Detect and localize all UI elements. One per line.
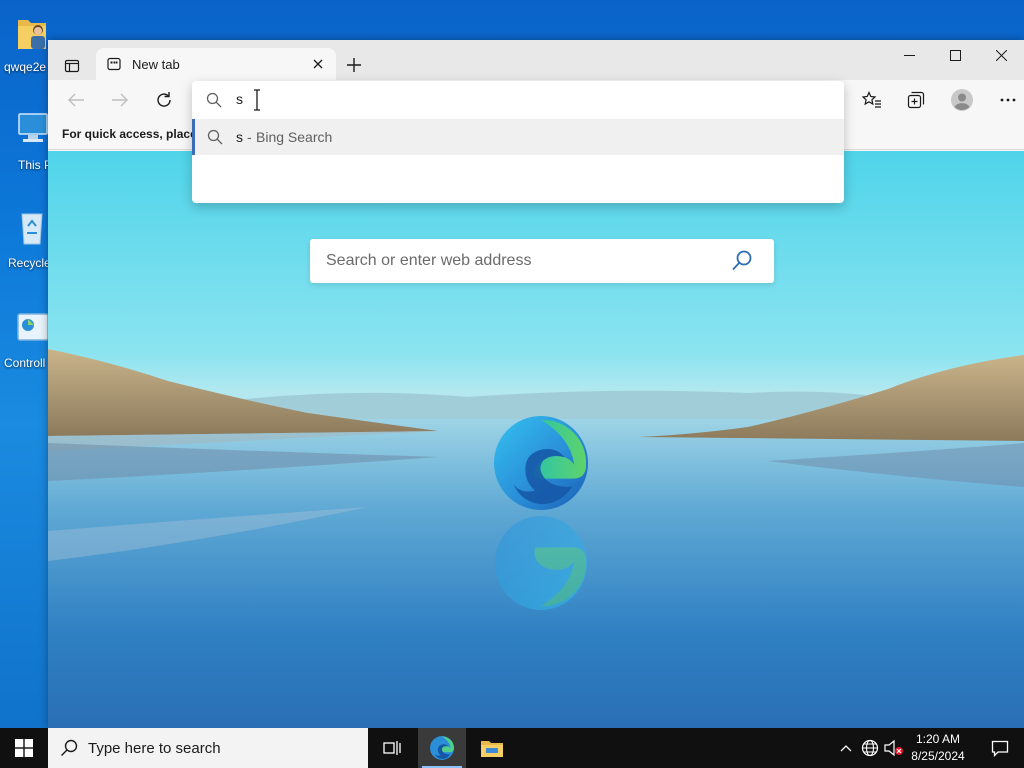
action-center-button[interactable] — [976, 728, 1024, 768]
address-bar-input[interactable]: s — [192, 81, 844, 119]
desktop-icon-label: Recycle — [8, 256, 48, 270]
recycle-bin-icon — [21, 213, 43, 245]
favorites-icon — [862, 91, 881, 108]
maximize-button[interactable] — [932, 40, 978, 70]
favorites-button[interactable] — [856, 84, 888, 116]
taskbar-app-edge[interactable] — [418, 728, 466, 768]
more-options-button[interactable] — [992, 84, 1024, 116]
taskbar-search-box[interactable]: Type here to search — [48, 728, 368, 768]
plus-icon — [347, 58, 361, 72]
edge-icon — [430, 736, 454, 760]
edge-browser-window: New tab For quick access, place y Search… — [48, 40, 1024, 728]
chevron-up-icon — [840, 745, 852, 752]
volume-tray-button[interactable] — [882, 728, 906, 768]
task-view-icon — [383, 741, 401, 755]
desktop-icon-control-panel[interactable]: Controll — [0, 304, 48, 384]
collections-icon — [907, 91, 925, 109]
forward-arrow-icon — [112, 93, 128, 107]
tab-actions-icon — [64, 59, 80, 73]
control-panel-icon — [17, 313, 48, 341]
close-icon — [995, 49, 1007, 61]
text-cursor-icon — [254, 89, 260, 111]
desktop-icon-user-folder[interactable]: qwqe2e — [0, 8, 48, 88]
new-tab-button[interactable] — [340, 52, 368, 78]
back-button[interactable] — [60, 84, 92, 116]
file-explorer-icon — [481, 741, 503, 757]
new-tab-page: Search or enter web address — [48, 151, 1024, 728]
desktop-icon-label: This P — [18, 158, 48, 172]
network-icon — [861, 739, 879, 757]
tab-close-icon[interactable] — [306, 52, 330, 76]
new-tab-search-box[interactable]: Search or enter web address — [310, 239, 774, 283]
taskbar-search-placeholder: Type here to search — [88, 740, 221, 757]
desktop-icon-this-pc[interactable]: This P — [0, 104, 48, 184]
profile-avatar-icon — [951, 89, 973, 111]
profile-button[interactable] — [946, 84, 978, 116]
new-tab-search-placeholder: Search or enter web address — [326, 252, 532, 269]
network-tray-button[interactable] — [858, 728, 882, 768]
this-pc-icon — [18, 113, 48, 142]
search-icon[interactable] — [730, 249, 754, 273]
desktop-icon-label: Controll — [4, 356, 46, 370]
minimize-icon — [903, 54, 915, 56]
forward-button[interactable] — [104, 84, 136, 116]
back-arrow-icon — [68, 93, 84, 107]
clock-time: 1:20 AM — [915, 732, 961, 746]
volume-muted-icon — [884, 739, 903, 757]
address-bar-dropdown: s s - Bing Search — [192, 81, 844, 203]
taskbar: Type here to search 1:20 AM 8/25/2024 — [0, 728, 1024, 768]
task-view-button[interactable] — [368, 728, 416, 768]
taskbar-app-file-explorer[interactable] — [468, 728, 516, 768]
minimize-button[interactable] — [886, 40, 932, 70]
close-button[interactable] — [978, 40, 1024, 70]
clock[interactable]: 1:20 AM 8/25/2024 — [904, 731, 972, 765]
clock-date: 8/25/2024 — [911, 749, 965, 763]
desktop-icon-label: qwqe2e — [4, 60, 47, 74]
suggestion-query: s — [236, 129, 243, 145]
tab-title: New tab — [132, 56, 180, 72]
show-hidden-icons-button[interactable] — [834, 728, 858, 768]
user-folder-icon — [18, 20, 46, 49]
windows-logo-icon — [15, 739, 33, 757]
refresh-icon — [157, 92, 171, 107]
new-tab-page-icon — [106, 56, 122, 72]
window-controls — [886, 40, 1024, 70]
tab-actions-button[interactable] — [56, 52, 88, 80]
maximize-icon — [949, 49, 961, 61]
title-bar: New tab — [48, 40, 1024, 80]
desktop-icon-recycle-bin[interactable]: Recycle — [0, 202, 48, 282]
refresh-button[interactable] — [148, 84, 180, 116]
search-icon — [206, 92, 222, 108]
search-suggestion[interactable]: s - Bing Search — [192, 119, 844, 155]
notification-icon — [991, 740, 1009, 757]
address-bar-value: s — [236, 91, 243, 107]
collections-button[interactable] — [900, 84, 932, 116]
more-options-icon — [1000, 98, 1016, 102]
microsoft-edge-logo — [493, 415, 589, 511]
tab-new-tab[interactable]: New tab — [96, 48, 336, 80]
search-icon — [207, 129, 223, 145]
edge-logo-reflection — [494, 515, 588, 611]
search-icon — [61, 739, 78, 756]
suggestion-engine: Bing Search — [256, 129, 333, 145]
suggestion-separator: - — [247, 129, 252, 145]
start-button[interactable] — [0, 728, 48, 768]
favorites-bar-hint: For quick access, place y — [62, 127, 207, 141]
